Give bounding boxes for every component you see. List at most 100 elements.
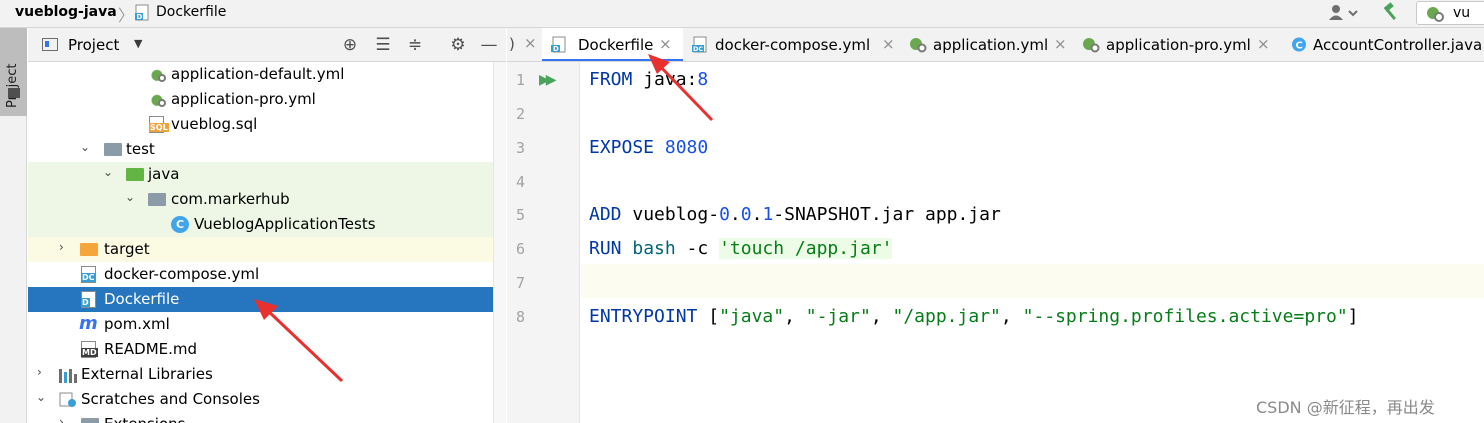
chevron-down-icon[interactable]: ▼: [134, 37, 142, 50]
tree-item[interactable]: › Extensions: [28, 412, 493, 423]
tab-fragment[interactable]: ): [509, 35, 515, 53]
close-icon[interactable]: ×: [659, 35, 672, 53]
line-number: 5: [515, 206, 525, 224]
tab-label: application-pro.yml: [1106, 36, 1251, 54]
code-text: ,: [870, 306, 893, 327]
tree-item-label: java: [148, 165, 180, 183]
code-text: .: [751, 204, 763, 225]
run-configuration-selector[interactable]: vu: [1416, 1, 1484, 25]
chevron-right-icon[interactable]: ›: [59, 415, 71, 423]
line-number: 8: [515, 308, 525, 326]
chevron-down-icon[interactable]: ⌄: [80, 140, 92, 154]
code-string: "--spring.profiles.active=pro": [1022, 306, 1348, 327]
tree-item[interactable]: MD README.md: [28, 337, 493, 362]
code-text: -c: [675, 238, 720, 259]
tree-item-label: Dockerfile: [104, 290, 180, 308]
close-icon[interactable]: ×: [524, 34, 537, 52]
project-tool-window-button[interactable]: Project: [0, 28, 27, 116]
breadcrumb-file[interactable]: Dockerfile: [156, 4, 226, 20]
svg-text:D: D: [137, 13, 143, 21]
project-view-icon: [42, 38, 58, 51]
code-text: vueblog-: [621, 204, 720, 225]
code-string: "-jar": [805, 306, 871, 327]
close-icon[interactable]: ×: [1257, 35, 1270, 53]
tab-application-pro-yml[interactable]: application-pro.yml ×: [1074, 28, 1274, 61]
tab-label: application.yml: [933, 36, 1049, 54]
tree-item[interactable]: DC docker-compose.yml: [28, 262, 493, 287]
code-string: "/app.jar": [892, 306, 1001, 327]
maven-icon: m: [79, 313, 98, 334]
code-number: 8080: [654, 137, 709, 158]
code-editor[interactable]: 1 2 3 4 5 6 7 8 ▶▶ FROM java:8 EXPOSE 80…: [507, 62, 1484, 423]
hide-panel-icon[interactable]: —: [479, 35, 499, 55]
locate-target-icon[interactable]: ⊕: [340, 35, 360, 55]
gear-icon[interactable]: ⚙: [448, 35, 468, 55]
test-class-icon: C: [171, 216, 189, 233]
watermark-text: CSDN @新征程，再出发: [1256, 398, 1435, 417]
code-text: [: [697, 306, 720, 327]
code-text: ,: [1000, 306, 1023, 327]
tab-application-yml[interactable]: application.yml ×: [901, 28, 1073, 61]
breadcrumb-project[interactable]: vueblog-java: [15, 4, 117, 20]
tree-item-label: VueblogApplicationTests: [194, 215, 376, 233]
tree-item[interactable]: m pom.xml: [28, 312, 493, 337]
tree-item[interactable]: ⌄ Scratches and Consoles: [28, 387, 493, 412]
folder-icon: [104, 143, 122, 156]
code-line: EXPOSE 8080: [589, 137, 708, 158]
code-keyword: ENTRYPOINT: [589, 306, 698, 327]
tree-item[interactable]: application-pro.yml: [28, 87, 493, 112]
tree-item[interactable]: › External Libraries: [28, 362, 493, 387]
code-number: 1: [762, 204, 774, 225]
tab-account-controller[interactable]: C AccountController.java: [1283, 28, 1484, 61]
libraries-icon: [58, 366, 77, 383]
project-panel: Project ▼ ⊕ ☰ ≑ ⚙ — application-default.…: [28, 28, 506, 423]
collapse-all-icon[interactable]: ≑: [405, 35, 425, 55]
tree-item-label: application-default.yml: [171, 65, 345, 83]
code-keyword: RUN: [589, 238, 622, 259]
chevron-right-icon[interactable]: ›: [59, 240, 71, 254]
tree-item[interactable]: ⌄ com.markerhub: [28, 187, 493, 212]
chevron-right-icon[interactable]: ›: [37, 365, 49, 379]
tree-item-label: target: [104, 240, 150, 258]
vertical-scrollbar[interactable]: [493, 62, 506, 423]
tree-item-label: README.md: [104, 340, 198, 358]
breadcrumb-separator-icon: 〉: [118, 6, 135, 25]
tab-dockerfile[interactable]: D Dockerfile ×: [542, 28, 683, 61]
yml-icon: [909, 36, 927, 53]
expand-all-icon[interactable]: ☰: [373, 35, 393, 55]
user-icon[interactable]: [1327, 3, 1361, 23]
close-icon[interactable]: ×: [882, 35, 895, 53]
project-view-selector[interactable]: Project: [68, 36, 119, 54]
tree-item[interactable]: SQL vueblog.sql: [28, 112, 493, 137]
tree-item[interactable]: › target: [28, 237, 493, 262]
run-gutter-icon[interactable]: ▶▶: [539, 72, 556, 88]
close-icon[interactable]: ×: [1054, 35, 1067, 53]
code-number: 0: [719, 204, 730, 225]
tree-item-selected[interactable]: D Dockerfile: [28, 287, 493, 312]
line-number: 4: [515, 173, 525, 191]
chevron-down-icon[interactable]: ⌄: [103, 165, 115, 179]
chevron-down-icon[interactable]: ⌄: [36, 390, 48, 404]
code-text: ,: [784, 306, 806, 327]
code-line: RUN bash -c 'touch /app.jar': [589, 238, 893, 259]
tool-window-label: Project: [5, 63, 20, 108]
tree-item[interactable]: C VueblogApplicationTests: [28, 212, 493, 237]
svg-text:C: C: [1296, 41, 1303, 52]
chevron-down-icon[interactable]: ⌄: [125, 190, 137, 204]
tree-item[interactable]: ⌄ java: [28, 162, 493, 187]
line-number: 2: [515, 105, 525, 123]
code-text: -SNAPSHOT.jar app.jar: [773, 204, 1001, 225]
build-hammer-icon[interactable]: [1381, 2, 1401, 22]
yml-icon: [148, 91, 166, 108]
tree-item[interactable]: application-default.yml: [28, 62, 493, 87]
tree-item-label: com.markerhub: [171, 190, 290, 208]
project-panel-header: Project ▼ ⊕ ☰ ≑ ⚙ —: [28, 28, 506, 62]
code-line: FROM java:8: [589, 69, 708, 90]
tab-label: Dockerfile: [578, 36, 654, 54]
scratches-icon: [59, 391, 77, 408]
markdown-icon: MD: [81, 341, 98, 358]
tab-docker-compose[interactable]: DC docker-compose.yml ×: [683, 28, 899, 61]
tree-item[interactable]: ⌄ test: [28, 137, 493, 162]
line-number: 1: [515, 71, 525, 89]
run-configuration-label: vu: [1453, 5, 1471, 21]
